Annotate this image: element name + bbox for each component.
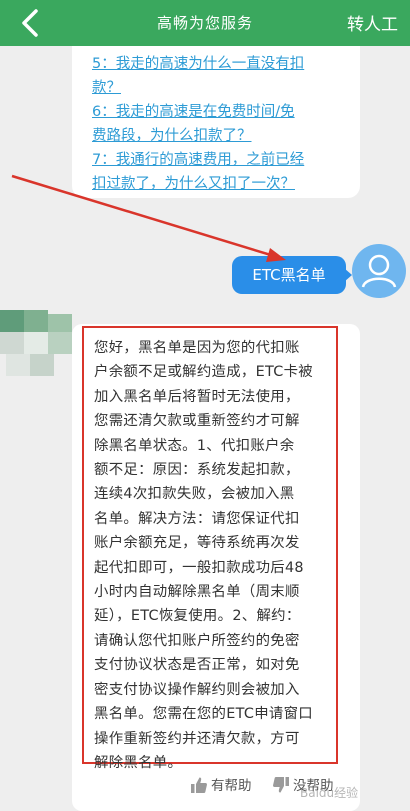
answer-line: 除黑名单状态。1、代扣账户余 — [94, 437, 295, 454]
user-avatar — [352, 244, 406, 298]
answer-line: 密支付协议操作解约则会被加入 — [94, 681, 300, 698]
answer-line: 您好，黑名单是因为您的代扣账 — [94, 340, 300, 356]
user-message-bubble: ETC黑名单 — [232, 256, 346, 294]
watermark: Baidu经验 — [300, 786, 359, 800]
faq-bubble: 5：我走的高速为什么一直没有扣 款？ 6：我走的高速是在免费时间/免 费路段，为什么… — [72, 46, 360, 198]
user-icon — [361, 254, 397, 288]
answer-line: 解除黑名单。 — [94, 754, 183, 771]
answer-line: 起代扣即可，一般扣款成功后48 — [94, 559, 304, 576]
answer-line: 名单。解决方法：请您保证代扣 — [94, 510, 300, 527]
faq-link-6[interactable]: 6：我走的高速是在免费时间/免 费路段，为什么扣款了？ — [92, 100, 362, 148]
answer-line: 延），ETC恢复使用。2、解约： — [94, 608, 301, 625]
helpful-label: 有帮助 — [211, 778, 252, 794]
answer-line: 支付协议状态是否正常，如对免 — [94, 657, 300, 674]
answer-line: 小时内自动解除黑名单（周末顺 — [94, 584, 300, 601]
answer-line: 请确认您代扣账户所签约的免密 — [94, 632, 300, 649]
answer-line: 操作重新签约并还清欠款，方可 — [94, 730, 300, 747]
answer-line: 账户余额充足，等待系统再次发 — [94, 535, 300, 552]
answer-line: 连续4次扣款失败，会被加入黑 — [94, 486, 295, 503]
thumbs-down-icon — [273, 777, 289, 793]
faq-link-5[interactable]: 5：我走的高速为什么一直没有扣 款？ — [92, 52, 362, 100]
bot-avatar — [0, 310, 72, 376]
helpful-button[interactable]: 有帮助 — [190, 774, 252, 794]
thumbs-up-icon — [191, 777, 207, 793]
answer-line: 加入黑名单后将暂时无法使用， — [94, 388, 300, 405]
answer-line: 黑名单。您需在您的ETC申请窗口 — [94, 706, 313, 723]
app-header: 高畅为您服务 转人工 — [0, 0, 410, 46]
faq-link-7[interactable]: 7：我通行的高速费用，之前已经 扣过款了，为什么又扣了一次？ — [92, 148, 362, 196]
answer-line: 额不足：原因：系统发起扣款， — [94, 462, 300, 479]
answer-line: 您需还清欠款或重新签约才可解 — [94, 413, 300, 430]
user-bubble-tail — [344, 268, 352, 282]
answer-line: 户余额不足或解约造成，ETC卡被 — [94, 364, 313, 381]
answer-text: 您好，黑名单是因为您的代扣账 户余额不足或解约造成，ETC卡被 加入黑名单后将暂时无… — [94, 336, 342, 775]
transfer-to-human-button[interactable]: 转人工 — [347, 10, 398, 35]
